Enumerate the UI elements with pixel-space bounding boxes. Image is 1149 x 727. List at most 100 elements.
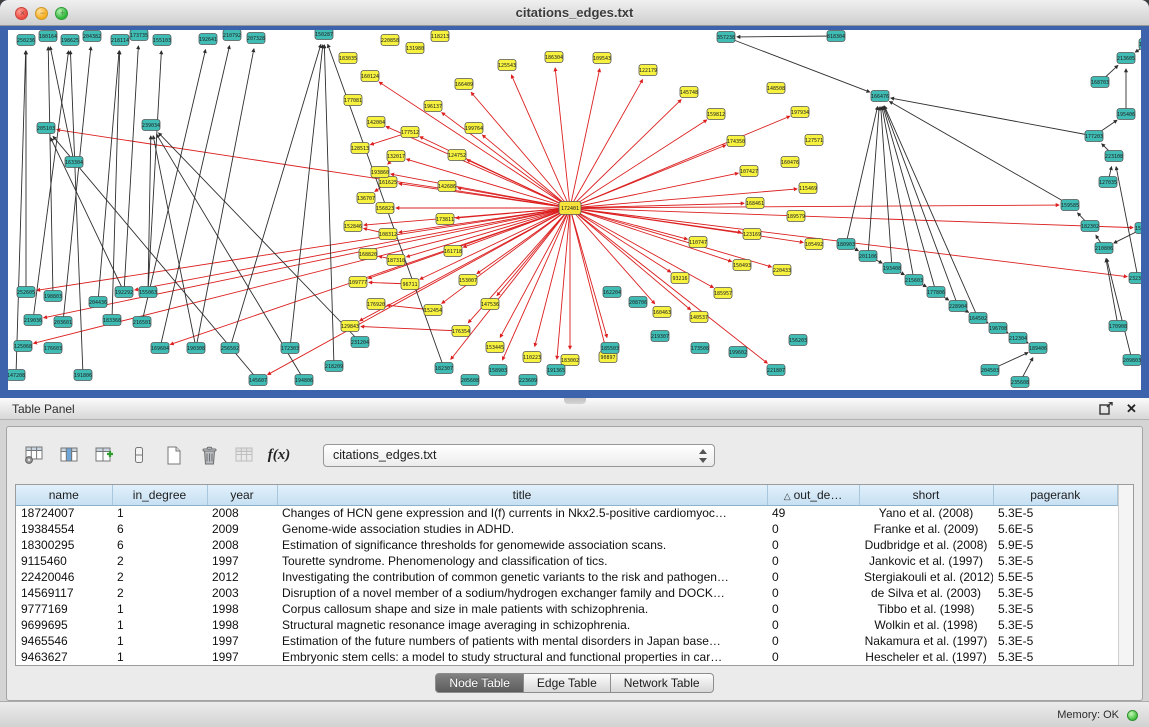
graph-node[interactable]: 153007 — [459, 275, 477, 286]
table-row[interactable]: 1830029562008Estimation of significance … — [16, 537, 1118, 553]
graph-node[interactable]: 220433 — [773, 265, 791, 276]
graph-node[interactable]: 232307 — [1129, 273, 1141, 284]
graph-node[interactable]: 123169 — [743, 229, 761, 240]
table-selector[interactable]: citations_edges.txt — [323, 444, 715, 467]
graph-node[interactable]: 235608 — [1011, 377, 1029, 388]
citation-edge[interactable] — [290, 45, 323, 348]
graph-node[interactable]: 215603 — [905, 275, 923, 286]
graph-node[interactable]: 162204 — [603, 287, 621, 298]
column-header-in_degree[interactable]: in_degree — [112, 485, 207, 505]
graph-node[interactable]: 218209 — [325, 361, 343, 372]
window-titlebar[interactable]: citations_edges.txt — [0, 0, 1149, 26]
graph-node[interactable]: 93216 — [671, 273, 689, 284]
citation-edge[interactable] — [890, 101, 1070, 205]
citation-edge-red[interactable] — [570, 173, 738, 208]
graph-node[interactable]: 177512 — [401, 127, 419, 138]
graph-node[interactable]: 191806 — [74, 370, 92, 381]
citation-edge-red[interactable] — [379, 82, 570, 208]
graph-node[interactable]: 132017 — [387, 151, 405, 162]
tab-node-table[interactable]: Node Table — [435, 673, 524, 693]
graph-node[interactable]: 161625 — [379, 177, 397, 188]
citation-edge[interactable] — [153, 136, 196, 348]
graph-node[interactable]: 122179 — [639, 65, 657, 76]
graph-node[interactable]: 219036 — [24, 315, 42, 326]
table-row[interactable]: 911546021997Tourette syndrome. Phenomeno… — [16, 553, 1118, 569]
graph-node[interactable]: 147208 — [8, 370, 25, 381]
graph-node[interactable]: 177806 — [927, 287, 945, 298]
show-columns-icon[interactable] — [56, 442, 82, 468]
citation-edge[interactable] — [726, 37, 870, 92]
citation-edge[interactable] — [16, 51, 26, 375]
graph-node[interactable]: 150287 — [315, 30, 333, 40]
new-row-icon[interactable] — [126, 442, 152, 468]
column-header-short[interactable]: short — [859, 485, 993, 505]
citation-edge-red[interactable] — [570, 120, 707, 208]
graph-node[interactable]: 127035 — [1099, 177, 1117, 188]
graph-node[interactable]: 145748 — [680, 87, 698, 98]
graph-node[interactable]: 220858 — [381, 35, 399, 46]
graph-node[interactable]: 207328 — [247, 33, 265, 44]
graph-node[interactable]: 115469 — [799, 183, 817, 194]
citation-edge[interactable] — [846, 107, 878, 244]
graph-node[interactable]: 192292 — [115, 287, 133, 298]
graph-node[interactable]: 124752 — [448, 150, 466, 161]
graph-node[interactable]: 228904 — [949, 301, 967, 312]
citation-edge[interactable] — [142, 50, 206, 322]
close-panel-icon[interactable]: ✕ — [1124, 401, 1139, 416]
citation-edge[interactable] — [70, 51, 83, 375]
graph-node[interactable]: 159585 — [1061, 200, 1079, 211]
citation-edge[interactable] — [737, 36, 836, 37]
graph-node[interactable]: 173735 — [130, 30, 148, 41]
graph-node[interactable]: 357238 — [717, 32, 735, 43]
graph-node[interactable]: 223108 — [1105, 151, 1123, 162]
tab-edge-table[interactable]: Edge Table — [524, 673, 611, 693]
graph-node-hub[interactable]: 172401 — [559, 202, 581, 215]
citation-edge[interactable] — [1106, 259, 1118, 326]
network-view[interactable]: 1724011863041255431664091961371775121320… — [8, 30, 1141, 390]
graph-node[interactable]: 193408 — [883, 263, 901, 274]
graph-node[interactable]: 118213 — [431, 31, 449, 42]
citation-edge-red[interactable] — [391, 174, 570, 208]
graph-node[interactable]: 223609 — [519, 375, 537, 386]
citation-edge-red[interactable] — [570, 208, 687, 239]
graph-node[interactable]: 128513 — [351, 143, 369, 154]
graph-node[interactable]: 125068 — [14, 341, 32, 352]
graph-node[interactable]: 142004 — [367, 117, 385, 128]
citation-edge-red[interactable] — [570, 208, 607, 337]
citation-edge-red[interactable] — [386, 126, 570, 208]
graph-node[interactable]: 96711 — [401, 279, 419, 290]
graph-node[interactable]: 203601 — [54, 317, 72, 328]
graph-node[interactable]: 160476 — [781, 157, 799, 168]
graph-node[interactable]: 201106 — [859, 251, 877, 262]
graph-node[interactable]: 180903 — [837, 239, 855, 250]
graph-node[interactable]: 161718 — [444, 246, 462, 257]
graph-node[interactable]: 176354 — [452, 326, 470, 337]
graph-node[interactable]: 125543 — [498, 60, 516, 71]
citation-edge-red[interactable] — [570, 205, 1059, 208]
graph-node[interactable]: 250236 — [17, 35, 35, 46]
graph-node[interactable]: 147536 — [481, 299, 499, 310]
graph-node[interactable]: 177203 — [1085, 131, 1103, 142]
citation-edge[interactable] — [196, 49, 254, 348]
graph-node[interactable]: 196137 — [424, 101, 442, 112]
column-header-name[interactable]: name — [16, 485, 112, 505]
delete-icon[interactable] — [196, 442, 222, 468]
graph-node[interactable]: 185503 — [601, 343, 619, 354]
citation-edge-red[interactable] — [570, 69, 600, 208]
graph-node[interactable]: 136707 — [357, 193, 375, 204]
table-scrollbar[interactable] — [1118, 485, 1133, 665]
graph-node[interactable]: 189406 — [1029, 343, 1047, 354]
graph-node[interactable]: 198803 — [44, 291, 62, 302]
graph-node[interactable]: 159812 — [707, 109, 725, 120]
graph-node[interactable]: 129843 — [341, 321, 359, 332]
graph-node[interactable]: 216501 — [133, 317, 151, 328]
citation-edge[interactable] — [51, 138, 124, 292]
graph-node[interactable]: 164502 — [969, 313, 987, 324]
graph-node[interactable]: 145607 — [249, 375, 267, 386]
graph-node[interactable]: 166476 — [871, 91, 889, 102]
table-row[interactable]: 977716911998Corpus callosum shape and si… — [16, 601, 1118, 617]
graph-node[interactable]: 196708 — [989, 323, 1007, 334]
citation-edge-red[interactable] — [502, 208, 570, 360]
graph-node[interactable]: 204382 — [83, 31, 101, 42]
graph-node[interactable]: 182307 — [435, 363, 453, 374]
